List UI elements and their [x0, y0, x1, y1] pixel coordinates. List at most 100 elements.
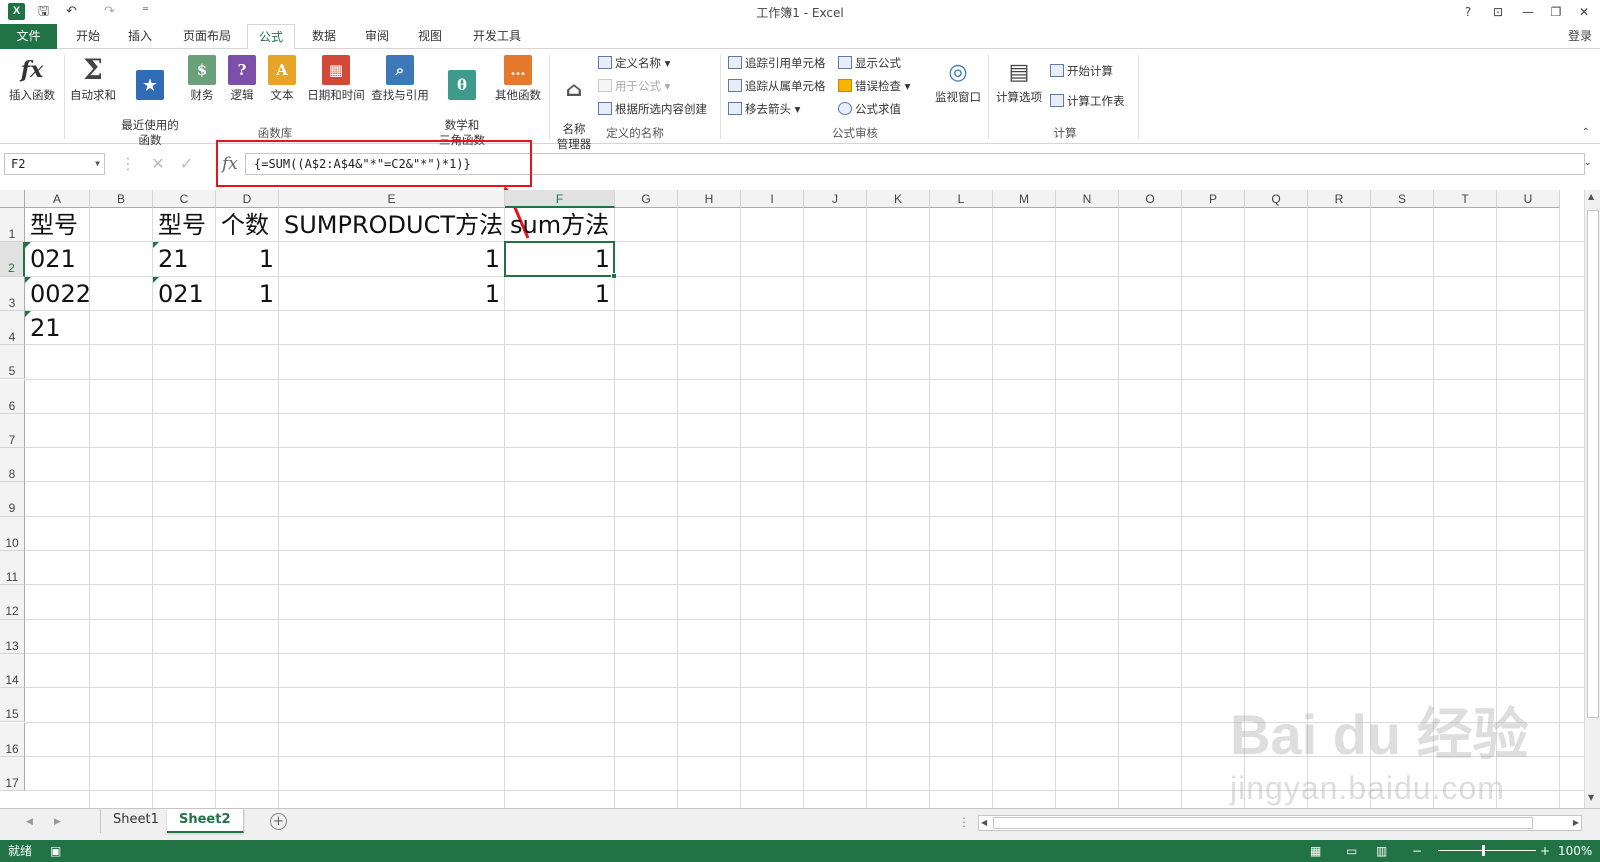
zoom-level[interactable]: 100%	[1558, 840, 1592, 862]
page-break-view-icon[interactable]: ▥	[1376, 840, 1387, 862]
column-header-a[interactable]: A	[25, 190, 90, 208]
column-header-f[interactable]: F	[505, 190, 615, 208]
row-header-16[interactable]: 16	[0, 722, 25, 757]
worksheet-grid[interactable]: ABCDEFGHIJKLMNOPQRSTU 1 2 3 4 5 6 7 8 9 10 11 12 13 1…	[0, 190, 1584, 808]
cell-e3[interactable]: 1	[279, 277, 505, 311]
chevron-down-icon[interactable]: ▼	[95, 154, 100, 174]
cell-c2[interactable]: 21	[153, 242, 194, 276]
more-functions-button[interactable]: … 其他函数	[492, 55, 544, 103]
login-link[interactable]: 登录	[1568, 27, 1592, 44]
cell-c1[interactable]: 型号	[153, 208, 211, 242]
tab-formulas[interactable]: 公式	[247, 24, 295, 50]
tab-file[interactable]: 文件	[0, 24, 57, 49]
column-header-h[interactable]: H	[678, 190, 741, 208]
row-header-10[interactable]: 10	[0, 516, 25, 551]
row-header-13[interactable]: 13	[0, 619, 25, 654]
select-all-corner[interactable]	[0, 190, 25, 208]
column-header-q[interactable]: Q	[1245, 190, 1308, 208]
column-header-m[interactable]: M	[993, 190, 1056, 208]
trace-dependents-button[interactable]: 追踪从属单元格	[728, 78, 826, 94]
zoom-slider-thumb[interactable]	[1482, 845, 1485, 856]
cell-f3[interactable]: 1	[505, 277, 615, 311]
column-header-g[interactable]: G	[615, 190, 678, 208]
row-header-4[interactable]: 4	[0, 310, 25, 346]
close-button[interactable]: ✕	[1570, 2, 1598, 22]
column-header-i[interactable]: I	[741, 190, 804, 208]
scroll-up-icon[interactable]: ▲	[1588, 192, 1594, 201]
row-header-5[interactable]: 5	[0, 345, 25, 380]
column-header-d[interactable]: D	[216, 190, 279, 208]
tab-data[interactable]: 数据	[302, 24, 346, 49]
column-header-c[interactable]: C	[153, 190, 216, 208]
autosum-button[interactable]: Σ 自动求和	[66, 55, 120, 103]
column-header-p[interactable]: P	[1182, 190, 1245, 208]
tab-page-layout[interactable]: 页面布局	[174, 24, 240, 49]
cell-c3[interactable]: 021	[153, 277, 209, 311]
cell-e2[interactable]: 1	[279, 242, 505, 276]
cell-a3[interactable]: 0022	[25, 277, 96, 311]
row-header-2[interactable]: 2	[0, 242, 25, 277]
column-header-u[interactable]: U	[1497, 190, 1560, 208]
watch-window-button[interactable]: ◎ 监视窗口	[932, 57, 984, 105]
sheet-prev-icon[interactable]: ◀	[26, 817, 33, 827]
tab-developer[interactable]: 开发工具	[464, 24, 530, 49]
sheet-next-icon[interactable]: ▶	[54, 817, 61, 827]
calculate-sheet-button[interactable]: 计算工作表	[1050, 93, 1125, 109]
normal-view-icon[interactable]: ▦	[1310, 840, 1321, 862]
fill-handle[interactable]	[611, 272, 617, 279]
row-header-6[interactable]: 6	[0, 379, 25, 414]
ribbon-display-options-button[interactable]: ⊡	[1484, 2, 1512, 22]
cell-f1[interactable]: sum方法	[505, 208, 614, 242]
column-header-t[interactable]: T	[1434, 190, 1497, 208]
remove-arrows-button[interactable]: 移去箭头 ▾	[728, 101, 800, 117]
show-formulas-button[interactable]: 显示公式	[838, 55, 901, 71]
page-layout-view-icon[interactable]: ▭	[1346, 840, 1357, 862]
macro-record-icon[interactable]: ▣	[50, 840, 61, 862]
row-header-14[interactable]: 14	[0, 653, 25, 689]
row-header-7[interactable]: 7	[0, 413, 25, 449]
sheet-tab-sheet2[interactable]: Sheet2	[167, 809, 244, 833]
vertical-scrollbar[interactable]: ▲ ▼	[1584, 190, 1600, 808]
logical-button[interactable]: ? 逻辑	[224, 55, 260, 103]
sheet-tab-sheet1[interactable]: Sheet1	[100, 809, 172, 833]
trace-precedents-button[interactable]: 追踪引用单元格	[728, 55, 826, 71]
cell-d2[interactable]: 1	[216, 242, 279, 276]
row-header-3[interactable]: 3	[0, 276, 25, 311]
row-header-9[interactable]: 9	[0, 482, 25, 517]
collapse-ribbon-icon[interactable]: ⌃	[1582, 127, 1590, 138]
vertical-scroll-thumb[interactable]	[1587, 210, 1599, 718]
column-header-e[interactable]: E	[279, 190, 505, 208]
create-from-selection-button[interactable]: 根据所选内容创建	[598, 101, 707, 117]
calculate-now-button[interactable]: 开始计算	[1050, 63, 1113, 79]
calculation-options-button[interactable]: ▤ 计算选项	[992, 57, 1046, 105]
maximize-button[interactable]: ❐	[1542, 2, 1570, 22]
cell-a2[interactable]: 021	[25, 242, 81, 276]
column-header-o[interactable]: O	[1119, 190, 1182, 208]
column-header-k[interactable]: K	[867, 190, 930, 208]
cancel-icon[interactable]: ⋮ ✕ ✓	[120, 154, 193, 173]
name-box[interactable]: F2 ▼	[4, 153, 105, 175]
tab-view[interactable]: 视图	[408, 24, 452, 49]
column-header-r[interactable]: R	[1308, 190, 1371, 208]
insert-function-button[interactable]: fx 插入函数	[4, 55, 60, 103]
recently-used-button[interactable]: ★ 最近使用的 函数	[120, 55, 180, 148]
column-header-b[interactable]: B	[90, 190, 153, 208]
zoom-in-icon[interactable]: +	[1540, 840, 1550, 862]
column-header-n[interactable]: N	[1056, 190, 1119, 208]
define-name-button[interactable]: 定义名称 ▾	[598, 55, 670, 71]
help-button[interactable]: ?	[1454, 2, 1482, 22]
error-checking-button[interactable]: 错误检查 ▾	[838, 78, 910, 94]
expand-formula-bar-icon[interactable]: ⌄	[1584, 157, 1592, 168]
cell-d1[interactable]: 个数	[216, 208, 274, 242]
row-header-12[interactable]: 12	[0, 585, 25, 620]
scroll-down-icon[interactable]: ▼	[1588, 793, 1594, 802]
use-in-formula-button[interactable]: 用于公式 ▾	[598, 78, 670, 94]
scroll-left-icon[interactable]: ◀	[981, 818, 987, 827]
tab-insert[interactable]: 插入	[118, 24, 162, 49]
lookup-reference-button[interactable]: ⌕ 查找与引用	[370, 55, 430, 103]
horizontal-scrollbar[interactable]: ◀ ▶	[978, 815, 1582, 831]
scroll-right-icon[interactable]: ▶	[1573, 818, 1579, 827]
row-header-1[interactable]: 1	[0, 208, 25, 243]
column-header-j[interactable]: J	[804, 190, 867, 208]
tab-home[interactable]: 开始	[66, 24, 110, 49]
